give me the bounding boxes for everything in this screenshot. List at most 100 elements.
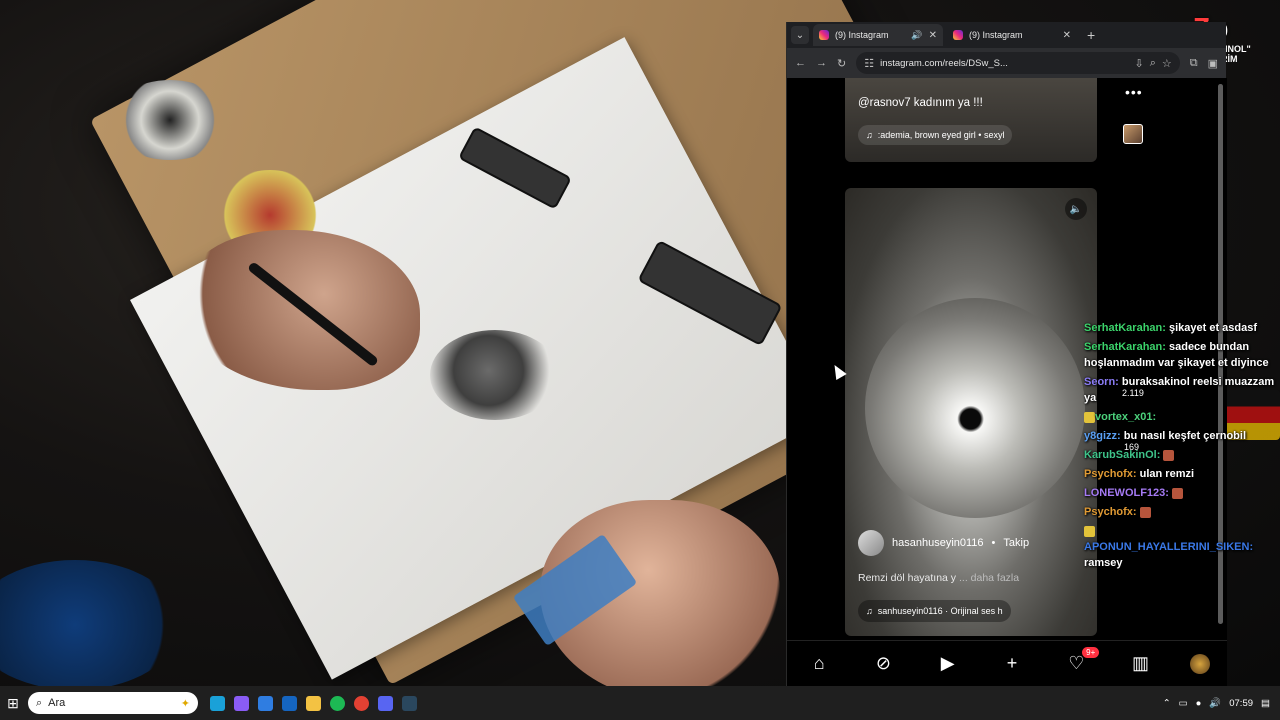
music-note-icon: ♫ — [866, 606, 873, 616]
puzzle-icon[interactable]: ▣ — [1208, 57, 1218, 70]
tape-roll — [110, 80, 230, 160]
chat-user: y8gizz: — [1084, 430, 1121, 442]
store-icon[interactable] — [258, 695, 273, 711]
spotify-icon[interactable] — [330, 695, 345, 711]
taskbar-apps — [210, 695, 417, 711]
notification-icon[interactable]: ▤ — [1261, 698, 1270, 709]
reel-card-current[interactable]: 🔈 hasanhuseyin0116 • Takip Remzi döl hay… — [845, 188, 1097, 636]
comments-count: 169 — [1124, 442, 1140, 452]
home-icon[interactable]: ⌂ — [804, 653, 834, 674]
forward-icon[interactable]: → — [816, 57, 827, 69]
reel-caption: @rasnov7 kadınım ya !!! — [858, 97, 983, 109]
sparkle-icon: ✦ — [180, 697, 190, 710]
close-icon[interactable]: ✕ — [929, 30, 937, 41]
chat-message: Psychofx: — [1084, 504, 1276, 520]
chat-user: vortex_x01: — [1095, 411, 1157, 423]
taskbar: ⊞ ⌕ Ara ✦ ⌃ ▭ ● 🔊 07:59 ▤ — [0, 686, 1280, 720]
stream-chat-overlay: SerhatKarahan: şikayet et asdasf SerhatK… — [1084, 320, 1276, 574]
avatar[interactable] — [858, 530, 884, 556]
emote-icon — [1172, 487, 1184, 499]
chat-message: y8gizz: bu nasıl keşfet çernobil — [1084, 428, 1276, 444]
chat-user: Psychofx: — [1084, 468, 1137, 480]
chat-text: ulan remzi — [1139, 468, 1195, 480]
music-label: sanhuseyin0116 · Orijinal ses h — [877, 606, 1003, 616]
emote-icon — [1139, 506, 1151, 518]
discord-icon[interactable] — [378, 695, 393, 711]
copilot-icon[interactable] — [234, 695, 249, 711]
more-options-icon[interactable]: ••• — [1125, 84, 1143, 100]
chat-user: SerhatKarahan: — [1084, 341, 1166, 353]
notification-badge: 9+ — [1082, 647, 1100, 658]
steam-icon[interactable] — [402, 695, 417, 711]
speaker-icon[interactable]: 🔊 — [911, 30, 922, 41]
file-explorer-icon[interactable] — [306, 695, 321, 711]
zoom-icon[interactable]: ⌕ — [1150, 57, 1156, 70]
chat-message: vortex_x01: — [1084, 409, 1276, 425]
chat-user: SerhatKarahan: — [1084, 322, 1166, 334]
reel-user: hasanhuseyin0116 • Takip — [858, 530, 1029, 556]
outlook-icon[interactable] — [282, 695, 297, 711]
taskbar-search[interactable]: ⌕ Ara ✦ — [28, 692, 198, 714]
chat-user: LONEWOLF123: — [1084, 487, 1169, 499]
mug — [0, 560, 180, 686]
chat-message: Seorn: buraksakinol reelsi muazzam ya — [1084, 374, 1276, 406]
reel-video[interactable] — [865, 298, 1085, 518]
close-icon[interactable]: ✕ — [1063, 30, 1071, 41]
tab-title: (9) Instagram — [969, 30, 1023, 40]
chrome-icon[interactable] — [354, 695, 369, 711]
follow-button[interactable]: Takip — [1003, 537, 1029, 549]
create-icon[interactable]: + — [997, 653, 1027, 674]
badge-icon — [1084, 525, 1095, 537]
clock[interactable]: 07:59 — [1229, 698, 1253, 709]
new-tab-button[interactable]: + — [1081, 27, 1101, 43]
emote-icon — [1163, 449, 1175, 461]
chevron-up-icon[interactable]: ⌃ — [1163, 698, 1171, 709]
chat-user: KarubSakinOl: — [1084, 449, 1161, 461]
username[interactable]: hasanhuseyin0116 — [892, 537, 984, 549]
chat-message: SerhatKarahan: sadece bundan hoşlanmadım… — [1084, 339, 1276, 371]
chat-message: LONEWOLF123: — [1084, 485, 1276, 501]
windows-start-icon[interactable]: ⊞ — [2, 695, 24, 712]
chat-message: KarubSakinOl: — [1084, 447, 1276, 463]
reel-card-previous[interactable]: @rasnov7 kadınım ya !!! ♫ :ademia, brown… — [845, 78, 1097, 162]
explore-icon[interactable]: ⊘ — [868, 653, 898, 674]
chat-user: Psychofx: — [1084, 506, 1137, 518]
reel-music[interactable]: ♫ sanhuseyin0116 · Orijinal ses h — [858, 600, 1011, 622]
tab-instagram-1[interactable]: (9) Instagram 🔊 ✕ — [813, 24, 943, 46]
separator-dot: • — [991, 537, 996, 549]
system-tray: ⌃ ▭ ● 🔊 07:59 ▤ — [1163, 698, 1270, 709]
insights-icon[interactable]: ▥ — [1126, 653, 1156, 674]
mic-icon[interactable]: ● — [1196, 698, 1202, 709]
profile-avatar[interactable] — [1189, 653, 1210, 674]
chat-text: şikayet et asdasf — [1168, 322, 1258, 334]
search-icon: ⌕ — [36, 696, 43, 709]
sketch-drawing — [430, 330, 560, 420]
audio-avatar[interactable] — [1123, 124, 1143, 144]
reel-music[interactable]: ♫ :ademia, brown eyed girl • sexyl — [858, 125, 1013, 145]
tab-search-button[interactable]: ⌄ — [791, 26, 809, 44]
tab-instagram-2[interactable]: (9) Instagram ✕ — [947, 24, 1077, 46]
address-bar[interactable]: ☷ instagram.com/reels/DSw_S... ⇩ ⌕ ☆ — [856, 52, 1180, 74]
network-icon[interactable]: ▭ — [1179, 698, 1188, 709]
instagram-icon — [953, 30, 963, 40]
reload-icon[interactable]: ↻ — [837, 57, 846, 70]
likes-count: 2.119 — [1122, 388, 1144, 398]
chat-message: APONUN_HAYALLERINI_SIKEN: ramsey — [1084, 523, 1276, 571]
more-link[interactable]: ... daha fazla — [959, 572, 1019, 584]
edge-icon[interactable] — [210, 695, 225, 711]
chat-user: Seorn: — [1084, 376, 1119, 388]
extension-icon[interactable]: ⧉ — [1190, 57, 1198, 70]
reels-icon[interactable]: ▶ — [933, 653, 963, 674]
chat-text: ramsey — [1084, 557, 1123, 569]
music-label: :ademia, brown eyed girl • sexyl — [877, 130, 1005, 140]
back-icon[interactable]: ← — [795, 57, 806, 69]
volume-icon[interactable]: 🔈 — [1065, 198, 1087, 220]
install-icon[interactable]: ⇩ — [1134, 57, 1143, 70]
bookmark-star-icon[interactable]: ☆ — [1162, 57, 1172, 70]
tab-bar: ⌄ (9) Instagram 🔊 ✕ (9) Instagram ✕ + — [787, 22, 1226, 48]
chat-message: Psychofx: ulan remzi — [1084, 466, 1276, 482]
site-info-icon[interactable]: ☷ — [864, 57, 874, 70]
tab-title: (9) Instagram — [835, 30, 889, 40]
volume-icon[interactable]: 🔊 — [1209, 698, 1221, 709]
notifications-heart-icon[interactable]: ♡ 9+ — [1061, 647, 1100, 674]
